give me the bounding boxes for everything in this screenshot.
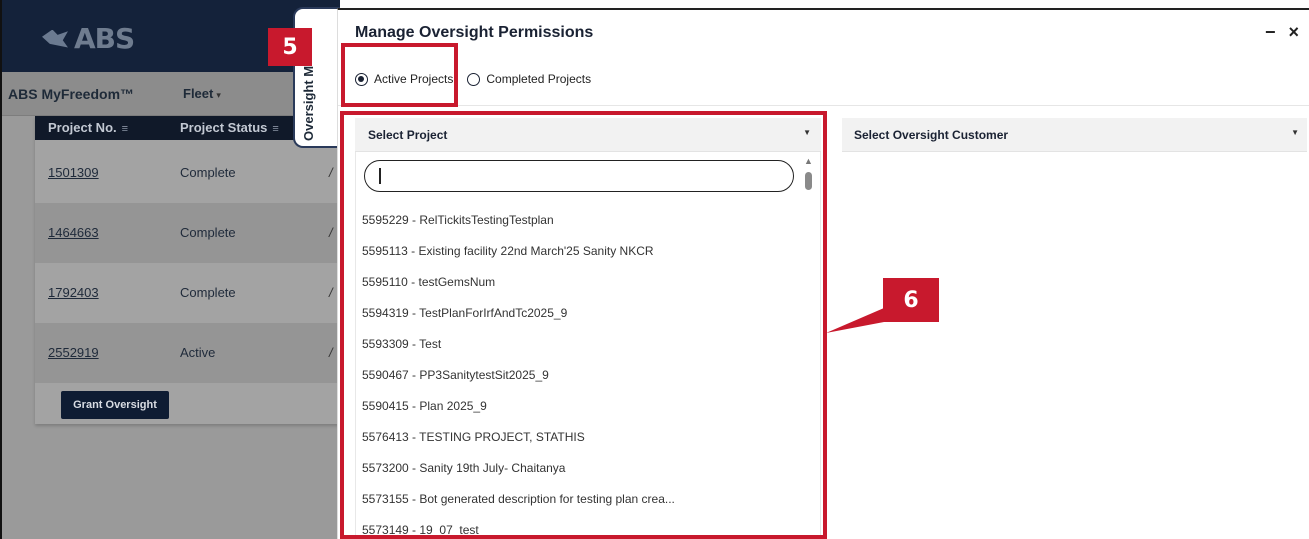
filter-icon[interactable]: ≡ [272,123,278,135]
col-header-project-no[interactable]: Project No. ≡ [48,120,128,135]
nav-bar: ABS MyFreedom™ Fleet ▾ [0,72,340,116]
filter-icon[interactable]: ≡ [122,123,128,135]
grant-oversight-button[interactable]: Grant Oversight [61,391,169,419]
select-oversight-customer-dropdown[interactable]: Select Oversight Customer ▼ [842,118,1307,152]
chevron-down-icon: ▾ [216,90,221,100]
project-status: Complete [180,285,236,300]
table-row: 1464663 Complete / [35,203,340,263]
project-no-link[interactable]: 1464663 [48,225,99,240]
radio-completed-label[interactable]: Completed Projects [486,72,591,86]
side-tab-label: Oversight M [301,65,316,141]
radio-completed-projects[interactable] [467,72,481,86]
table-row: 1792403 Complete / [48,285,333,300]
logo-text: ABS [74,22,135,55]
callout-5: 5 [268,28,312,66]
select-customer-label: Select Oversight Customer [854,128,1009,142]
projects-table: Project No. ≡ Project Status ≡ 1501309 Com… [35,116,340,424]
abs-logo: ABS [40,22,135,55]
project-no-link[interactable]: 1501309 [48,165,99,180]
project-status: Complete [180,225,236,240]
window-controls[interactable]: − × [1265,22,1303,43]
highlight-box-5 [341,43,458,107]
project-status: Complete [180,165,236,180]
project-no-link[interactable]: 1792403 [48,285,99,300]
nav-fleet-menu[interactable]: Fleet ▾ [183,86,221,101]
callout-6: 6 [883,278,939,322]
table-row: 1501309 Complete / [48,165,333,180]
project-no-link[interactable]: 2552919 [48,345,99,360]
app-brand[interactable]: ABS MyFreedom™ [8,86,134,102]
table-row: 2552919 Active / [35,323,340,383]
project-status: Active [180,345,216,360]
caret-down-icon: ▼ [1291,128,1299,137]
callout-pointer-6 [826,308,884,333]
modal-title: Manage Oversight Permissions [355,24,594,41]
minimize-close-icons[interactable]: − × [1265,22,1303,42]
highlight-box-6 [340,111,827,539]
background-app: ABS ABS MyFreedom™ Fleet ▾ Project No. ≡ P… [0,0,340,539]
pointer-arrow [826,308,884,333]
col-header-project-status[interactable]: Project Status ≡ [180,120,279,135]
eagle-logo-icon [40,26,70,52]
